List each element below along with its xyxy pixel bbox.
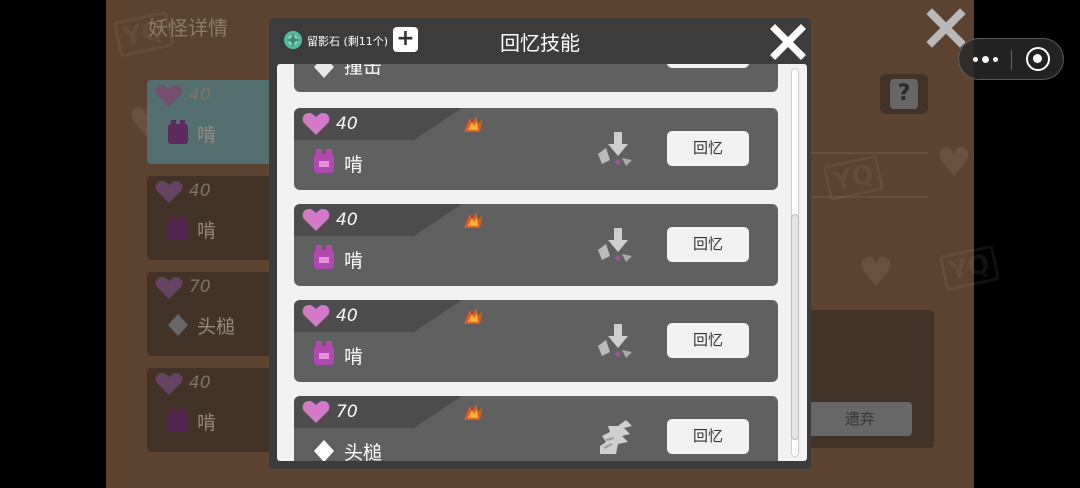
skill-list[interactable]: 撞击 回忆 40 啃 回忆 bbox=[277, 64, 807, 461]
fire-icon bbox=[464, 404, 482, 420]
recall-button[interactable]: 回忆 bbox=[667, 323, 749, 358]
dialog-title: 回忆技能 bbox=[500, 31, 580, 55]
stat-down-icon bbox=[596, 64, 636, 70]
list-item: 70 头槌 回忆 bbox=[294, 396, 778, 461]
mini-program-capsule bbox=[958, 38, 1064, 80]
fire-icon bbox=[464, 212, 482, 228]
skill-name: 啃 bbox=[344, 250, 364, 272]
skill-name: 啃 bbox=[344, 154, 364, 176]
recall-button[interactable]: 回忆 bbox=[667, 64, 749, 68]
skill-name: 啃 bbox=[344, 346, 364, 368]
recall-button[interactable]: 回忆 bbox=[667, 131, 749, 166]
claw-effect-icon bbox=[600, 420, 632, 454]
bite-skill-icon bbox=[314, 245, 334, 269]
recall-skill-dialog: 留影石 (剩11个) + 回忆技能 撞击 回忆 40 bbox=[269, 18, 811, 469]
skill-name: 撞击 bbox=[344, 64, 383, 78]
list-item: 撞击 回忆 bbox=[294, 64, 778, 92]
recall-button[interactable]: 回忆 bbox=[667, 227, 749, 262]
headbutt-skill-icon bbox=[314, 64, 334, 78]
heart-icon bbox=[302, 401, 330, 423]
skill-cost: 40 bbox=[336, 210, 358, 230]
skill-cost: 70 bbox=[336, 402, 358, 422]
fire-icon bbox=[464, 116, 482, 132]
more-icon[interactable] bbox=[959, 39, 1011, 79]
heart-icon bbox=[302, 209, 330, 231]
heart-icon bbox=[302, 113, 330, 135]
capsule-divider bbox=[1011, 50, 1012, 70]
headbutt-skill-icon bbox=[314, 440, 334, 461]
skill-cost: 40 bbox=[336, 306, 358, 326]
bite-skill-icon bbox=[314, 149, 334, 173]
list-item: 40 啃 回忆 bbox=[294, 204, 778, 286]
target-icon[interactable] bbox=[1026, 47, 1050, 71]
recall-button[interactable]: 回忆 bbox=[667, 419, 749, 454]
fire-icon bbox=[464, 308, 482, 324]
skill-name: 头槌 bbox=[344, 442, 383, 461]
bite-skill-icon bbox=[314, 341, 334, 365]
stat-down-icon bbox=[598, 228, 632, 262]
scrollbar-thumb[interactable] bbox=[791, 214, 799, 440]
stat-down-icon bbox=[598, 324, 632, 358]
stat-down-icon bbox=[598, 132, 632, 166]
list-item: 40 啃 回忆 bbox=[294, 300, 778, 382]
list-item: 40 啃 回忆 bbox=[294, 108, 778, 190]
skill-list-scroll[interactable]: 撞击 回忆 40 啃 回忆 bbox=[277, 64, 807, 461]
heart-icon bbox=[302, 305, 330, 327]
close-icon[interactable] bbox=[769, 23, 807, 61]
game-screen: YQ YQ YQ ♥ ♥ ♥ 妖怪详情 基础信息 属性天赋 技能调整 40 啃 … bbox=[0, 0, 1080, 488]
skill-cost: 40 bbox=[336, 114, 358, 134]
